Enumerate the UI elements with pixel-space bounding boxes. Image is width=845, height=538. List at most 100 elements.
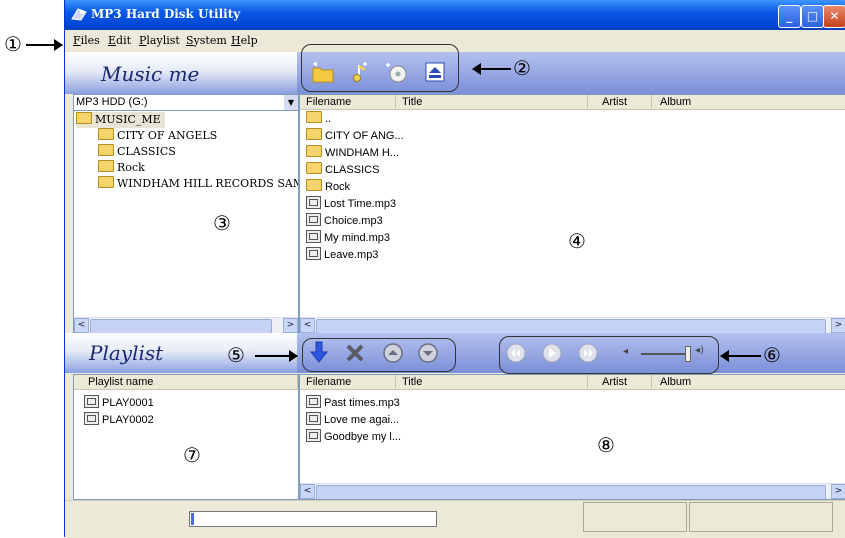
mp3-file-icon [306, 213, 321, 226]
file-name: CLASSICS [325, 164, 380, 176]
callout-7: ⑦ [183, 443, 201, 467]
minimize-button[interactable]: _ [778, 5, 801, 28]
col-filename[interactable]: Filename [300, 375, 396, 390]
tree-item-label: WINDHAM HILL RECORDS SAM [117, 177, 299, 190]
scroll-right-icon[interactable]: > [283, 318, 298, 333]
mp3-file-icon [306, 247, 321, 260]
playlist-list[interactable]: Playlist name PLAY0001 PLAY0002 [73, 374, 299, 500]
menu-system[interactable]: System [186, 34, 227, 47]
tree-root-label: MUSIC_ME [95, 113, 161, 126]
playlist-row[interactable]: PLAY0001 [84, 395, 154, 411]
playlist-files-scrollbar[interactable]: < > [300, 483, 845, 499]
scroll-thumb[interactable] [316, 319, 826, 333]
callout-6-arrow [720, 350, 761, 362]
file-row[interactable]: WINDHAM H... [306, 145, 399, 161]
callout-4: ④ [568, 229, 586, 253]
file-row[interactable]: My mind.mp3 [306, 230, 390, 246]
folder-icon [306, 179, 322, 191]
file-row[interactable]: Choice.mp3 [306, 213, 383, 229]
mp3-file-icon [306, 429, 321, 442]
scroll-right-icon[interactable]: > [831, 484, 845, 499]
callout-2: ② [513, 56, 531, 80]
file-row[interactable]: CITY OF ANG... [306, 128, 404, 144]
playlist-files[interactable]: Filename Title Artist Album Past times.m… [299, 374, 845, 500]
callout-5: ⑤ [227, 343, 245, 367]
col-album[interactable]: Album [652, 375, 845, 390]
scroll-left-icon[interactable]: < [300, 484, 315, 499]
playlist-file-row[interactable]: Goodbye my l... [306, 429, 401, 445]
maximize-button[interactable]: □ [801, 5, 824, 28]
scroll-left-icon[interactable]: < [74, 318, 89, 333]
progress-fill [191, 513, 194, 525]
folder-icon [306, 111, 322, 123]
tree-item-windham[interactable]: WINDHAM HILL RECORDS SAM [98, 176, 299, 192]
playlist-tools-callout-box [302, 338, 456, 372]
tree-item-classics[interactable]: CLASSICS [98, 144, 176, 160]
folder-tree[interactable]: MUSIC_ME CITY OF ANGELS CLASSICS Rock WI… [73, 110, 299, 334]
col-album[interactable]: Album [652, 95, 845, 110]
file-row[interactable]: CLASSICS [306, 162, 379, 178]
folder-icon [98, 176, 114, 188]
file-row[interactable]: Leave.mp3 [306, 247, 378, 263]
file-name: Lost Time.mp3 [324, 198, 397, 210]
folder-icon [98, 160, 114, 172]
chevron-down-icon[interactable]: ▼ [284, 95, 298, 111]
playback-callout-box [499, 336, 719, 374]
file-list[interactable]: Filename Title Artist Album .. CITY OF A… [299, 94, 845, 334]
file-name: My mind.mp3 [324, 232, 391, 244]
col-artist[interactable]: Artist [588, 95, 652, 110]
scroll-thumb[interactable] [90, 319, 272, 333]
file-name: Goodbye my l... [324, 431, 402, 443]
tree-item-rock[interactable]: Rock [98, 160, 145, 176]
file-name: Leave.mp3 [324, 249, 379, 261]
col-title[interactable]: Title [396, 375, 588, 390]
window-title: MP3 Hard Disk Utility [91, 7, 241, 21]
title-bar[interactable]: MP3 Hard Disk Utility _ □ ✕ [65, 0, 845, 30]
scroll-thumb[interactable] [316, 485, 826, 499]
col-artist[interactable]: Artist [588, 375, 652, 390]
close-button[interactable]: ✕ [823, 5, 845, 28]
status-panel-2 [689, 502, 833, 532]
progress-bar [189, 511, 437, 527]
playlist-file-row[interactable]: Love me agai... [306, 412, 399, 428]
playlist-row[interactable]: PLAY0002 [84, 412, 154, 428]
file-row[interactable]: .. [306, 111, 331, 127]
tree-scrollbar[interactable]: < > [74, 317, 298, 333]
tree-item-city-of-angels[interactable]: CITY OF ANGELS [98, 128, 217, 144]
file-name: CITY OF ANG... [325, 130, 404, 142]
app-logo-icon [71, 8, 87, 21]
folder-icon [76, 112, 92, 124]
menu-playlist[interactable]: Playlist [139, 34, 180, 47]
scroll-left-icon[interactable]: < [300, 318, 315, 333]
playlist-logo: Playlist [89, 341, 164, 365]
music-me-logo: Music me [101, 62, 200, 86]
playlist-icon [84, 395, 99, 408]
playlist-icon [84, 412, 99, 425]
folder-icon [98, 144, 114, 156]
file-name: Love me agai... [324, 414, 400, 426]
mp3-file-icon [306, 412, 321, 425]
scroll-right-icon[interactable]: > [831, 318, 845, 333]
col-title[interactable]: Title [396, 95, 588, 110]
col-filename[interactable]: Filename [300, 95, 396, 110]
drive-select-value: MP3 HDD (G:) [76, 96, 148, 108]
mp3-file-icon [306, 196, 321, 209]
tree-item-label: CLASSICS [117, 145, 176, 158]
file-list-scrollbar[interactable]: < > [300, 317, 845, 333]
callout-5-arrow [255, 350, 298, 362]
callout-8: ⑧ [597, 433, 615, 457]
folder-icon [306, 128, 322, 140]
tree-root[interactable]: MUSIC_ME [76, 112, 165, 128]
col-playlist-name[interactable]: Playlist name [74, 375, 298, 390]
callout-2-arrow [472, 63, 511, 75]
tree-item-label: CITY OF ANGELS [117, 129, 218, 142]
menu-help[interactable]: Help [231, 34, 258, 47]
menu-files[interactable]: Files [73, 34, 100, 47]
folder-icon [98, 128, 114, 140]
toolbar-callout-box [301, 44, 459, 92]
menu-edit[interactable]: Edit [108, 34, 131, 47]
file-row[interactable]: Lost Time.mp3 [306, 196, 396, 212]
file-row[interactable]: Rock [306, 179, 350, 195]
playlist-file-row[interactable]: Past times.mp3 [306, 395, 400, 411]
file-name: .. [325, 113, 332, 125]
